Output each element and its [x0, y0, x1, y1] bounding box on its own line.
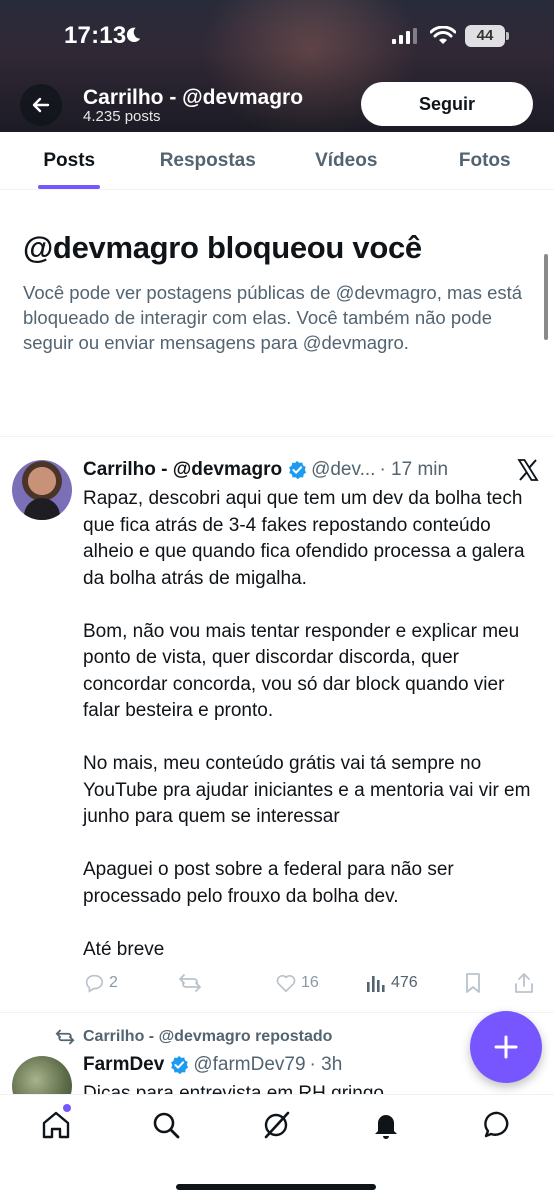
- tweet-header: FarmDev @farmDev79 · 3h: [83, 1054, 342, 1076]
- cellular-signal-icon: [392, 28, 417, 44]
- status-time: 17:13: [64, 22, 127, 49]
- battery-indicator: 44: [465, 25, 509, 47]
- home-indicator[interactable]: [176, 1184, 376, 1190]
- tweet-paragraph: Rapaz, descobri aqui que tem um dev da b…: [83, 488, 525, 589]
- tweet-handle: @dev...: [311, 459, 376, 480]
- tweet-paragraph: Apaguei o post sobre a federal para não …: [83, 859, 454, 907]
- messages-icon[interactable]: [482, 1109, 514, 1141]
- divider: [0, 436, 554, 437]
- profile-title: Carrilho - @devmagro: [83, 86, 304, 109]
- reply-button[interactable]: 2: [83, 972, 178, 994]
- reply-icon: [85, 974, 104, 993]
- share-icon: [515, 973, 533, 993]
- tweet-actions: 2 16 476: [83, 970, 543, 996]
- tweet-time: · 3h: [309, 1054, 343, 1075]
- arrow-left-icon: [32, 97, 50, 113]
- reply-count: 2: [109, 974, 118, 991]
- tab-posts[interactable]: Posts: [0, 132, 139, 189]
- tweet-time: · 17 min: [379, 459, 449, 480]
- grok-icon[interactable]: [260, 1109, 292, 1141]
- repost-icon: [178, 974, 202, 992]
- bell-icon[interactable]: [370, 1109, 402, 1141]
- blocked-notice: @devmagro bloqueou você Você pode ver po…: [23, 230, 533, 355]
- blocked-message: Você pode ver postagens públicas de @dev…: [23, 282, 523, 353]
- views-chart-icon: [367, 976, 385, 992]
- profile-nav: Carrilho - @devmagro 4.235 posts Seguir: [0, 82, 554, 128]
- home-icon[interactable]: [40, 1109, 72, 1141]
- posts-count: 4.235 posts: [83, 108, 161, 125]
- status-bar: 17:13 44: [0, 22, 554, 54]
- tweet-handle: @farmDev79: [193, 1054, 306, 1075]
- plus-icon: [494, 1035, 518, 1059]
- repost-label[interactable]: Carrilho - @devmagro repostado: [83, 1028, 332, 1046]
- verified-badge-icon: [171, 1055, 189, 1075]
- views-count: 476: [391, 974, 418, 991]
- like-count: 16: [301, 974, 319, 991]
- avatar[interactable]: [12, 460, 72, 520]
- like-button[interactable]: 16: [275, 972, 365, 994]
- tweet-header: Carrilho - @devmagro @dev... · 17 min: [83, 456, 543, 484]
- tab-fotos[interactable]: Fotos: [416, 132, 554, 189]
- tweet-author-name[interactable]: Carrilho - @devmagro: [83, 459, 282, 481]
- divider: [0, 1012, 554, 1013]
- tab-videos[interactable]: Vídeos: [277, 132, 416, 189]
- views-button[interactable]: 476: [365, 972, 463, 994]
- x-logo-icon: [517, 459, 539, 481]
- repost-button[interactable]: [178, 972, 275, 994]
- moon-icon: [126, 27, 141, 43]
- bookmark-icon: [466, 973, 480, 993]
- bookmark-button[interactable]: [463, 972, 513, 994]
- repost-icon: [55, 1029, 75, 1045]
- wifi-icon: [430, 26, 456, 44]
- compose-button[interactable]: [470, 1011, 542, 1083]
- tab-respostas[interactable]: Respostas: [139, 132, 278, 189]
- search-icon[interactable]: [150, 1109, 182, 1141]
- tweet-paragraph: Bom, não vou mais tentar responder e exp…: [83, 620, 520, 722]
- tweet-paragraph: No mais, meu conteúdo grátis vai tá semp…: [83, 753, 531, 827]
- tweet-paragraph: Até breve: [83, 938, 165, 960]
- share-button[interactable]: [513, 972, 535, 994]
- repost-indicator: Carrilho - @devmagro repostado: [55, 1028, 332, 1046]
- notification-dot: [63, 1104, 71, 1112]
- scrollbar[interactable]: [544, 254, 548, 340]
- heart-icon: [276, 975, 296, 993]
- follow-button[interactable]: Seguir: [361, 82, 533, 126]
- tweet-text: Rapaz, descobri aqui que tem um dev da b…: [83, 486, 533, 963]
- verified-badge-icon: [289, 460, 307, 480]
- blocked-title: @devmagro bloqueou você: [23, 230, 422, 265]
- back-button[interactable]: [20, 84, 62, 126]
- profile-tabs: Posts Respostas Vídeos Fotos: [0, 132, 554, 190]
- tweet-text: Dicas para entrevista em RH gringo: [83, 1083, 384, 1094]
- tweet-author-name[interactable]: FarmDev: [83, 1054, 164, 1076]
